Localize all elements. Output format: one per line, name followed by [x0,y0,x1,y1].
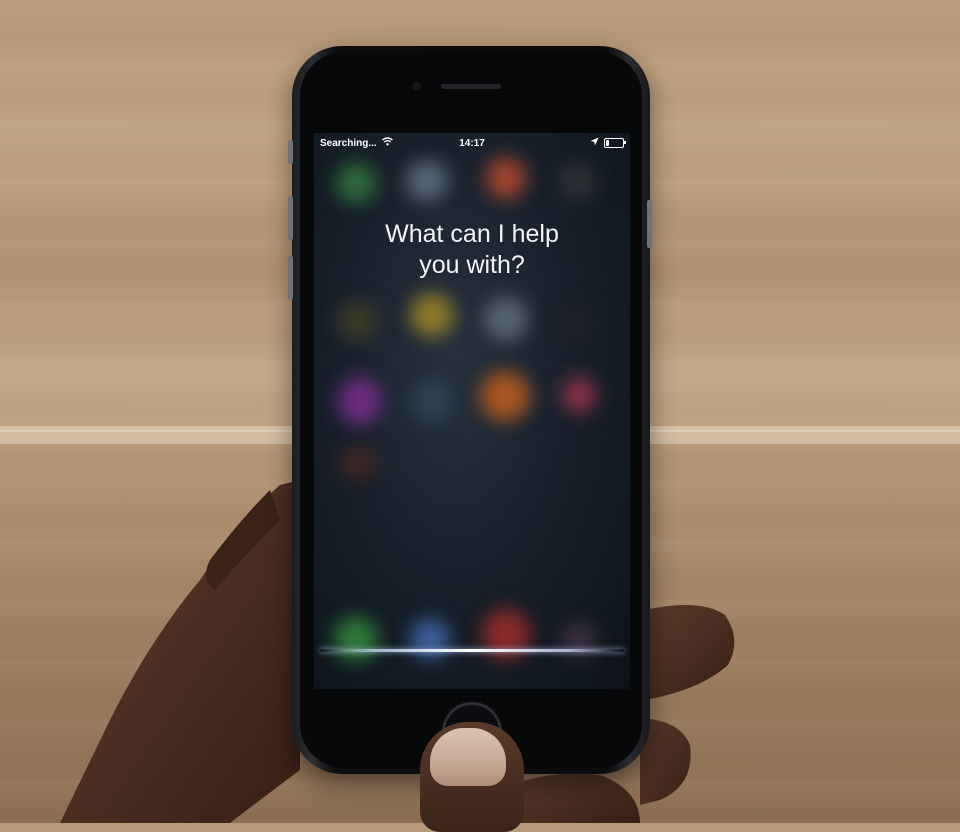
blurred-dock-icon [410,619,450,659]
blurred-app-icon [558,163,596,201]
siri-waveform-icon[interactable] [320,649,624,652]
siri-screen: Searching... 14:17 What can I help you w… [314,133,630,689]
siri-prompt: What can I help you with? [314,219,630,281]
blurred-app-icon [336,163,376,203]
blurred-dock-icon [334,617,378,661]
siri-prompt-line-1: What can I help [385,220,559,248]
battery-level-fill [606,140,609,146]
blurred-app-icon [554,303,594,343]
front-camera-icon [412,82,421,91]
blurred-app-icon [562,377,596,413]
earpiece-speaker [441,84,501,89]
blurred-app-icon [338,301,378,341]
blurred-app-icon [484,297,528,341]
power-button [647,200,652,248]
blurred-app-icon [338,445,378,481]
blurred-app-icon [406,161,448,201]
status-time: 14:17 [459,138,485,149]
battery-icon [604,138,624,148]
location-arrow-icon [590,137,599,149]
volume-up-button [288,196,293,240]
blurred-app-icon [480,371,530,421]
mute-switch [288,140,293,164]
blurred-app-icon [486,157,526,199]
blurred-app-icon [338,377,382,425]
status-bar: Searching... 14:17 [314,133,630,153]
blurred-app-icon [410,293,454,337]
battery-tip [624,141,626,144]
thumbnail-nail [430,728,506,786]
blurred-app-icon [412,379,452,423]
volume-down-button [288,256,293,300]
siri-prompt-line-2: you with? [419,251,525,279]
